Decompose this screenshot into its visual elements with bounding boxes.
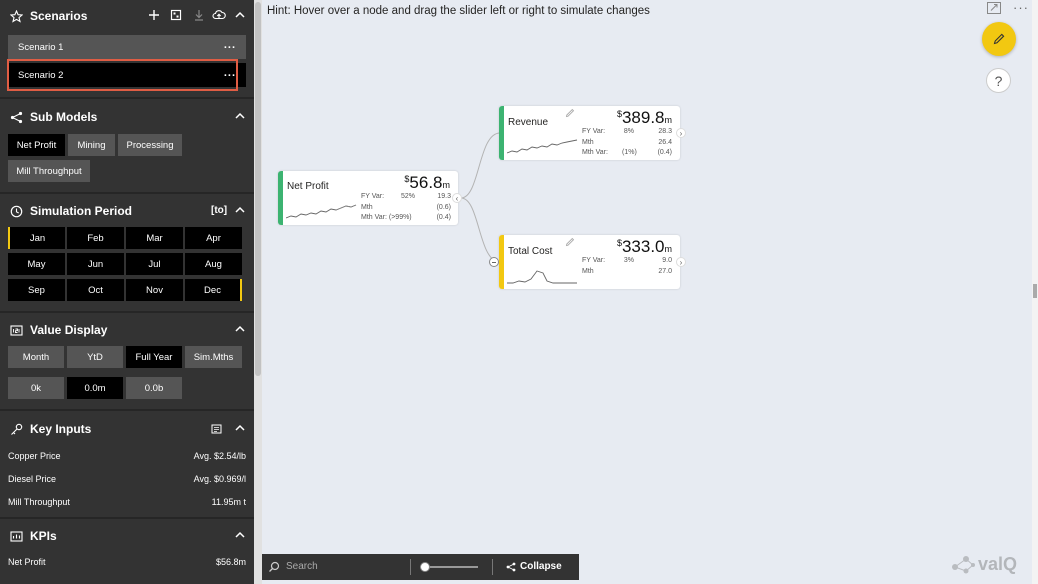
node-status-bar xyxy=(278,171,283,225)
divider xyxy=(410,559,411,575)
node-name: Net Profit xyxy=(287,181,329,192)
expand-icon[interactable] xyxy=(986,1,1002,15)
node-stats: FY Var: 52% 19.3 Mth (0.6) Mth Var: (>99%)(… xyxy=(361,193,451,221)
resize-handle[interactable] xyxy=(1033,284,1037,298)
search-icon xyxy=(268,561,280,573)
sparkline xyxy=(507,270,577,284)
divider xyxy=(492,559,493,575)
expand-children-icon[interactable]: › xyxy=(676,128,686,138)
node-name: Total Cost xyxy=(508,246,553,257)
collapse-label: Collapse xyxy=(520,561,562,572)
zoom-slider-thumb[interactable] xyxy=(420,562,430,572)
expand-children-icon[interactable]: › xyxy=(676,257,686,267)
node-revenue[interactable]: Revenue $389.8m FY Var: 8% 28.3 Mth 26.4 Mt… xyxy=(499,106,686,160)
pencil-icon xyxy=(993,33,1005,45)
bottom-toolbar: Search Collapse xyxy=(262,554,579,580)
pencil-icon[interactable] xyxy=(565,107,575,118)
collapse-children-icon[interactable]: ‹ xyxy=(452,193,462,203)
node-value: $56.8m xyxy=(404,173,450,192)
sparkline xyxy=(286,204,357,219)
tree-connectors xyxy=(460,132,501,263)
node-name: Revenue xyxy=(508,117,549,128)
brand-name: valQ xyxy=(978,553,1018,574)
brand-logo: valQ xyxy=(950,553,1017,575)
edit-mode-button[interactable] xyxy=(982,22,1016,56)
node-status-bar xyxy=(499,106,504,160)
node-status-bar xyxy=(499,235,504,289)
hierarchy-icon xyxy=(506,562,516,571)
help-button[interactable]: ? xyxy=(986,68,1011,93)
node-value: $389.8m xyxy=(616,108,672,127)
node-net-profit[interactable]: Net Profit $56.8m FY Var: 52% 19.3 Mth (0.6… xyxy=(278,171,462,225)
minus-operator-icon xyxy=(489,257,499,267)
more-options-icon[interactable]: ··· xyxy=(1013,0,1029,15)
node-value: $333.0m xyxy=(616,237,672,256)
pencil-icon[interactable] xyxy=(565,236,575,247)
node-stats: FY Var: 8% 28.3 Mth 26.4 Mth Var: (1%) (0.4) xyxy=(582,128,672,156)
search-input[interactable]: Search xyxy=(286,561,404,572)
network-icon xyxy=(952,556,975,574)
collapse-button[interactable]: Collapse xyxy=(506,561,562,572)
node-total-cost[interactable]: Total Cost $333.0m FY Var: 3% 9.0 Mth 27.0 … xyxy=(499,235,686,289)
sparkline xyxy=(507,139,578,154)
question-icon: ? xyxy=(994,72,1003,89)
zoom-slider[interactable] xyxy=(420,562,478,572)
node-stats: FY Var: 3% 9.0 Mth 27.0 xyxy=(582,257,672,275)
